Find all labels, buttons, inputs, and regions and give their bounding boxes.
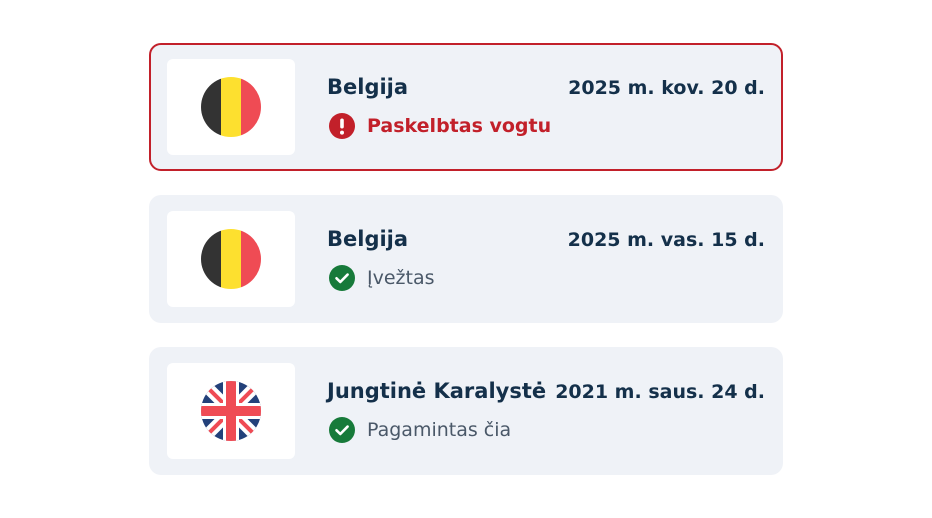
status-row: Paskelbtas vogtu	[329, 113, 551, 139]
record-date: 2025 m. kov. 20 d.	[568, 77, 765, 99]
check-circle-icon	[329, 417, 355, 443]
history-record-imported[interactable]: Belgija 2025 m. vas. 15 d. Įvežtas	[149, 195, 783, 323]
united-kingdom-flag-icon	[201, 381, 261, 441]
status-text: Pagamintas čia	[367, 419, 512, 441]
record-date: 2021 m. saus. 24 d.	[555, 381, 765, 403]
country-name: Jungtinė Karalystė	[327, 379, 547, 403]
vehicle-history-list: Belgija 2025 m. kov. 20 d. Paskelbtas vo…	[149, 43, 783, 499]
history-record-manufactured[interactable]: Jungtinė Karalystė 2021 m. saus. 24 d. P…	[149, 347, 783, 475]
status-text: Paskelbtas vogtu	[367, 115, 552, 137]
status-row: Pagamintas čia	[329, 417, 511, 443]
flag-container	[167, 211, 295, 307]
belgium-flag-icon	[201, 229, 261, 289]
status-row: Įvežtas	[329, 265, 435, 291]
record-date: 2025 m. vas. 15 d.	[567, 229, 765, 251]
country-name: Belgija	[327, 227, 409, 251]
check-circle-icon	[329, 265, 355, 291]
country-name: Belgija	[327, 75, 409, 99]
belgium-flag-icon	[201, 77, 261, 137]
status-text: Įvežtas	[367, 267, 435, 289]
flag-container	[167, 59, 295, 155]
flag-container	[167, 363, 295, 459]
history-record-stolen[interactable]: Belgija 2025 m. kov. 20 d. Paskelbtas vo…	[149, 43, 783, 171]
exclamation-circle-icon	[329, 113, 355, 139]
